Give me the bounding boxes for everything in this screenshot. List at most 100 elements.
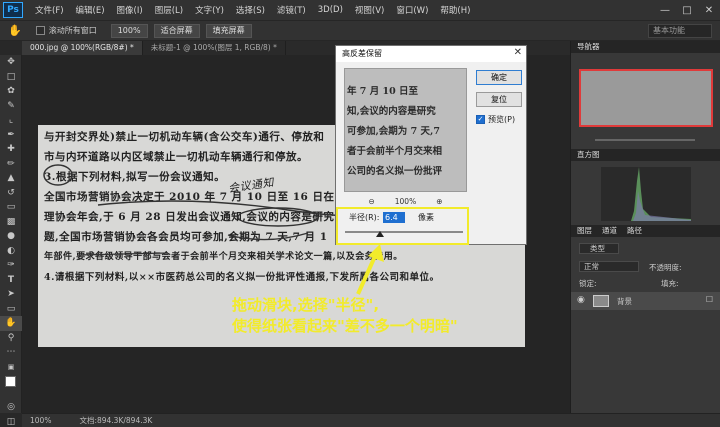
screen-mode-icon[interactable]: ◫ bbox=[0, 415, 22, 427]
preview-option[interactable]: ✓ 预览(P) bbox=[476, 114, 515, 125]
eraser-tool-icon[interactable]: ▭ bbox=[0, 200, 22, 215]
crop-tool-icon[interactable]: ⌞ bbox=[0, 113, 22, 128]
default-colors-icon[interactable]: ▣ bbox=[0, 360, 22, 375]
layer-name: 背景 bbox=[617, 297, 632, 306]
pen-tool-icon[interactable]: ✑ bbox=[0, 258, 22, 273]
healing-brush-tool-icon[interactable]: ✚ bbox=[0, 142, 22, 157]
preview-checkbox[interactable]: ✓ bbox=[476, 115, 485, 124]
ok-button[interactable]: 确定 bbox=[476, 70, 522, 85]
preview-line-4: 者于会前半个月交来相 bbox=[347, 146, 443, 157]
minimize-icon[interactable]: — bbox=[654, 0, 676, 20]
navigator-panel bbox=[571, 53, 720, 149]
hand-tool-icon[interactable]: ✋ bbox=[8, 24, 22, 37]
photoshop-logo: Ps bbox=[3, 2, 23, 18]
path-select-tool-icon[interactable]: ➤ bbox=[0, 287, 22, 302]
preview-label: 预览(P) bbox=[488, 115, 516, 124]
lock-icon: ☐ bbox=[705, 295, 713, 304]
gradient-tool-icon[interactable]: ▩ bbox=[0, 215, 22, 230]
layer-row-background[interactable]: ◉ 背景 ☐ bbox=[571, 292, 720, 310]
preview-line-5: 公司的名义拟一份批评 bbox=[347, 166, 443, 177]
maximize-icon[interactable]: □ bbox=[676, 0, 698, 20]
preview-line-1: 年 7 月 10 日至 bbox=[347, 86, 419, 97]
menu-layer[interactable]: 图层(L) bbox=[149, 4, 189, 16]
status-doc-size: 文档:894.3K/894.3K bbox=[79, 416, 153, 425]
quick-select-tool-icon[interactable]: ✎ bbox=[0, 99, 22, 114]
tab-paths[interactable]: 路径 bbox=[627, 225, 642, 237]
zoom-in-icon[interactable]: ⊕ bbox=[436, 197, 442, 206]
shape-tool-icon[interactable]: ▭ bbox=[0, 302, 22, 317]
close-icon[interactable]: ✕ bbox=[514, 47, 522, 58]
histogram-graph bbox=[601, 167, 691, 221]
preview-zoom-controls: ⊖ 100% ⊕ bbox=[344, 197, 467, 206]
eye-icon[interactable]: ◉ bbox=[577, 295, 585, 305]
menu-type[interactable]: 文字(Y) bbox=[189, 4, 230, 16]
fill-label: 填充: bbox=[661, 279, 679, 288]
close-icon[interactable]: ✕ bbox=[698, 0, 720, 20]
navigator-panel-tab[interactable]: 导航器 bbox=[571, 41, 720, 53]
color-swatches[interactable] bbox=[0, 374, 21, 400]
preview-line-3: 可参加,会期为 7 天,7 bbox=[347, 126, 440, 137]
menu-window[interactable]: 窗口(W) bbox=[390, 4, 434, 16]
stamp-tool-icon[interactable]: ▲ bbox=[0, 171, 22, 186]
menu-image[interactable]: 图像(I) bbox=[111, 4, 149, 16]
status-zoom[interactable]: 100% bbox=[30, 416, 51, 425]
fit-screen-button[interactable]: 适合屏幕 bbox=[153, 23, 200, 38]
status-bar: 100% 文档:894.3K/894.3K bbox=[22, 413, 720, 427]
menu-filter[interactable]: 滤镜(T) bbox=[271, 4, 312, 16]
navigator-thumbnail[interactable] bbox=[579, 69, 713, 127]
tab-document-1[interactable]: 000.jpg @ 100%(RGB/8#) * bbox=[22, 41, 143, 55]
tab-layers[interactable]: 图层 bbox=[577, 225, 592, 237]
workspace-select[interactable]: 基本功能 bbox=[648, 24, 712, 38]
zoom-out-icon[interactable]: ⊖ bbox=[368, 197, 374, 206]
right-panels: 导航器 直方图 图层 通道 路径 类型 正常 不透明度: 锁定: 填充: ◉ 背… bbox=[570, 41, 720, 413]
lock-label: 锁定: bbox=[579, 279, 597, 288]
preview-zoom-value: 100% bbox=[394, 197, 417, 206]
tab-document-2[interactable]: 未标题-1 @ 100%(图层 1, RGB/8) * bbox=[143, 41, 286, 55]
fill-screen-button[interactable]: 填充屏幕 bbox=[205, 23, 252, 38]
layers-panel-tabs: 图层 通道 路径 bbox=[571, 225, 720, 237]
navigator-zoom-slider[interactable] bbox=[595, 139, 695, 141]
lasso-tool-icon[interactable]: ✿ bbox=[0, 84, 22, 99]
histogram-panel bbox=[571, 161, 720, 225]
type-tool-icon[interactable]: T bbox=[0, 273, 22, 288]
blend-mode-select[interactable]: 正常 bbox=[579, 261, 639, 272]
dodge-tool-icon[interactable]: ◐ bbox=[0, 244, 22, 259]
zoom-100-button[interactable]: 100% bbox=[110, 23, 148, 38]
history-brush-tool-icon[interactable]: ↺ bbox=[0, 186, 22, 201]
more-tools-icon[interactable]: ⋯ bbox=[0, 345, 22, 360]
blur-tool-icon[interactable]: ● bbox=[0, 229, 22, 244]
annotation-line-2: 使得纸张看起来"差不多一个明暗" bbox=[232, 317, 458, 335]
menu-help[interactable]: 帮助(H) bbox=[434, 4, 476, 16]
annotation-arrow bbox=[356, 244, 384, 295]
marquee-tool-icon[interactable]: □ bbox=[0, 70, 22, 85]
tab-channels[interactable]: 通道 bbox=[602, 225, 617, 237]
opacity-label: 不透明度: bbox=[649, 263, 682, 272]
preview-line-2: 知,会议的内容是研究 bbox=[347, 106, 436, 117]
menu-edit[interactable]: 编辑(E) bbox=[70, 4, 111, 16]
scroll-all-windows-checkbox[interactable] bbox=[35, 26, 45, 35]
annotation-line-1: 拖动滑块,选择"半径", bbox=[232, 296, 380, 314]
foreground-color-icon[interactable] bbox=[5, 376, 16, 387]
layer-thumbnail bbox=[593, 295, 609, 307]
window-controls: — □ ✕ bbox=[654, 0, 720, 20]
histogram-panel-tab[interactable]: 直方图 bbox=[571, 149, 720, 161]
layer-kind-filter[interactable]: 类型 bbox=[579, 243, 619, 254]
options-bar: ✋ 滚动所有窗口 100% 适合屏幕 填充屏幕 基本功能 bbox=[0, 20, 720, 41]
hand-tool-icon[interactable]: ✋ bbox=[0, 316, 22, 331]
menu-3d[interactable]: 3D(D) bbox=[312, 5, 349, 15]
zoom-tool-icon[interactable]: ⚲ bbox=[0, 331, 22, 346]
menu-view[interactable]: 视图(V) bbox=[349, 4, 390, 16]
filter-preview[interactable]: 年 7 月 10 日至 知,会议的内容是研究 可参加,会期为 7 天,7 者于会… bbox=[344, 68, 467, 192]
brush-tool-icon[interactable]: ✏ bbox=[0, 157, 22, 172]
tools-panel: ✥ □ ✿ ✎ ⌞ ✒ ✚ ✏ ▲ ↺ ▭ ▩ ● ◐ ✑ T ➤ ▭ ✋ ⚲ … bbox=[0, 55, 22, 427]
annotation-text: 拖动滑块,选择"半径", 使得纸张看起来"差不多一个明暗" bbox=[232, 295, 532, 337]
menu-select[interactable]: 选择(S) bbox=[230, 4, 271, 16]
menu-file[interactable]: 文件(F) bbox=[29, 4, 70, 16]
scroll-all-windows-label: 滚动所有窗口 bbox=[48, 26, 97, 35]
menu-bar: Ps 文件(F) 编辑(E) 图像(I) 图层(L) 文字(Y) 选择(S) 滤… bbox=[0, 0, 720, 20]
move-tool-icon[interactable]: ✥ bbox=[0, 55, 22, 70]
reset-button[interactable]: 复位 bbox=[476, 92, 522, 107]
eyedropper-tool-icon[interactable]: ✒ bbox=[0, 128, 22, 143]
quick-mask-icon[interactable]: ◎ bbox=[0, 400, 22, 415]
dialog-title: 高反差保留 bbox=[336, 46, 526, 62]
